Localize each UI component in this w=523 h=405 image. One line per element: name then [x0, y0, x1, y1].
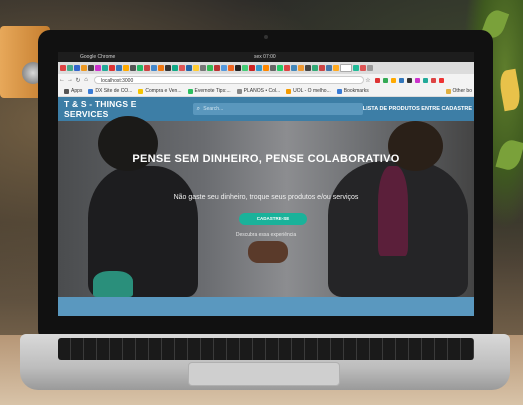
- apps-icon: [64, 88, 69, 94]
- tab[interactable]: [333, 65, 339, 71]
- search-icon: ⌕: [196, 105, 200, 112]
- tab[interactable]: [326, 65, 332, 71]
- tab[interactable]: [158, 65, 164, 71]
- tab[interactable]: [319, 65, 325, 71]
- person-left-shirt: [93, 271, 133, 297]
- forward-icon[interactable]: →: [66, 77, 74, 83]
- tab[interactable]: [214, 65, 220, 71]
- tab[interactable]: [193, 65, 199, 71]
- tab[interactable]: [186, 65, 192, 71]
- search-placeholder: Search...: [203, 106, 224, 112]
- tab[interactable]: [277, 65, 283, 71]
- os-titlebar: Google Chrome sex 07:00: [58, 52, 474, 62]
- bookmark-other[interactable]: Other bo: [445, 88, 472, 94]
- tab[interactable]: [60, 65, 66, 71]
- back-icon[interactable]: ←: [58, 77, 66, 83]
- evernote-icon: [187, 88, 193, 94]
- browser-toolbar: ← → ↻ ⌂ localhost:3000 ☆: [58, 74, 474, 86]
- tab[interactable]: [95, 65, 101, 71]
- bookmark-item[interactable]: Compra e Ven...: [138, 88, 182, 94]
- tab[interactable]: [242, 65, 248, 71]
- app-name: Google Chrome: [80, 54, 116, 60]
- extension-icon[interactable]: [423, 77, 428, 83]
- tab[interactable]: [200, 65, 206, 71]
- reload-icon[interactable]: ↻: [74, 77, 82, 84]
- tab[interactable]: [291, 65, 297, 71]
- bookmark-item[interactable]: Bookmarks: [336, 88, 369, 94]
- tab[interactable]: [353, 65, 359, 71]
- tab[interactable]: [137, 65, 143, 71]
- tab[interactable]: [312, 65, 318, 71]
- tab[interactable]: [298, 65, 304, 71]
- extension-icon[interactable]: [415, 77, 420, 83]
- tab[interactable]: [207, 65, 213, 71]
- handshake: [248, 241, 288, 263]
- tab[interactable]: [88, 65, 94, 71]
- tab[interactable]: [179, 65, 185, 71]
- tab[interactable]: [123, 65, 129, 71]
- tab[interactable]: [221, 65, 227, 71]
- bookmark-apps[interactable]: Apps: [64, 88, 82, 94]
- tab[interactable]: [130, 65, 136, 71]
- tab[interactable]: [116, 65, 122, 71]
- bookmark-icon: [138, 88, 144, 94]
- tab[interactable]: [102, 65, 108, 71]
- system-clock: sex 07:00: [254, 54, 276, 60]
- tab[interactable]: [74, 65, 80, 71]
- tab[interactable]: [284, 65, 290, 71]
- extension-icon[interactable]: [375, 77, 380, 83]
- tab[interactable]: [256, 65, 262, 71]
- camera-icon: [264, 35, 268, 39]
- extension-icon[interactable]: [399, 77, 404, 83]
- page-icon: [236, 88, 242, 94]
- tab[interactable]: [249, 65, 255, 71]
- discover-link[interactable]: Descubra essa experiência: [58, 232, 474, 238]
- tab[interactable]: [360, 65, 366, 71]
- bookmark-item[interactable]: Evernote Tips:...: [187, 88, 231, 94]
- tab[interactable]: [172, 65, 178, 71]
- star-icon[interactable]: ☆: [364, 77, 372, 84]
- next-section: [58, 297, 474, 316]
- tab[interactable]: [228, 65, 234, 71]
- tab[interactable]: [305, 65, 311, 71]
- signup-button[interactable]: CADASTRE-SE: [239, 213, 307, 225]
- laptop-screen: Google Chrome sex 07:00 ← → ↻ ⌂ localhos…: [58, 52, 474, 316]
- tab-strip: [58, 62, 474, 74]
- tab[interactable]: [67, 65, 73, 71]
- extension-icon[interactable]: [391, 77, 396, 83]
- active-tab[interactable]: [340, 64, 352, 72]
- tab[interactable]: [144, 65, 150, 71]
- tab[interactable]: [263, 65, 269, 71]
- search-input[interactable]: ⌕ Search...: [193, 103, 363, 115]
- tab[interactable]: [270, 65, 276, 71]
- star-icon: [336, 88, 342, 94]
- person-right-shirt: [378, 166, 408, 256]
- nav-link-products[interactable]: LISTA DE PRODUTOS ENTRE CADASTRE: [363, 106, 472, 112]
- extension-icon[interactable]: [431, 77, 436, 83]
- tab[interactable]: [151, 65, 157, 71]
- bookmark-item[interactable]: UOL - O melho...: [286, 88, 331, 94]
- address-bar[interactable]: localhost:3000: [94, 76, 364, 84]
- trackpad[interactable]: [188, 362, 340, 386]
- hero-section: PENSE SEM DINHEIRO, PENSE COLABORATIVO N…: [58, 116, 474, 297]
- hero-subtitle: Não gaste seu dinheiro, troque seus prod…: [173, 194, 359, 201]
- tab[interactable]: [109, 65, 115, 71]
- extension-icon[interactable]: [383, 77, 388, 83]
- uol-icon: [286, 88, 292, 94]
- home-icon[interactable]: ⌂: [82, 77, 90, 83]
- tab[interactable]: [235, 65, 241, 71]
- bookmark-item[interactable]: DX Site de CO...: [88, 88, 132, 94]
- keyboard[interactable]: [58, 338, 474, 360]
- tab[interactable]: [165, 65, 171, 71]
- hero-title: PENSE SEM DINHEIRO, PENSE COLABORATIVO: [132, 153, 400, 165]
- folder-icon: [445, 88, 451, 94]
- bookmarks-bar: Apps DX Site de CO... Compra e Ven... Ev…: [58, 86, 474, 97]
- extension-icon[interactable]: [407, 77, 412, 83]
- bookmark-item[interactable]: PLANOS • Col...: [236, 88, 280, 94]
- extension-icon[interactable]: [439, 77, 444, 83]
- bookmark-icon: [88, 88, 94, 94]
- new-tab-button[interactable]: [367, 65, 373, 71]
- tab[interactable]: [81, 65, 87, 71]
